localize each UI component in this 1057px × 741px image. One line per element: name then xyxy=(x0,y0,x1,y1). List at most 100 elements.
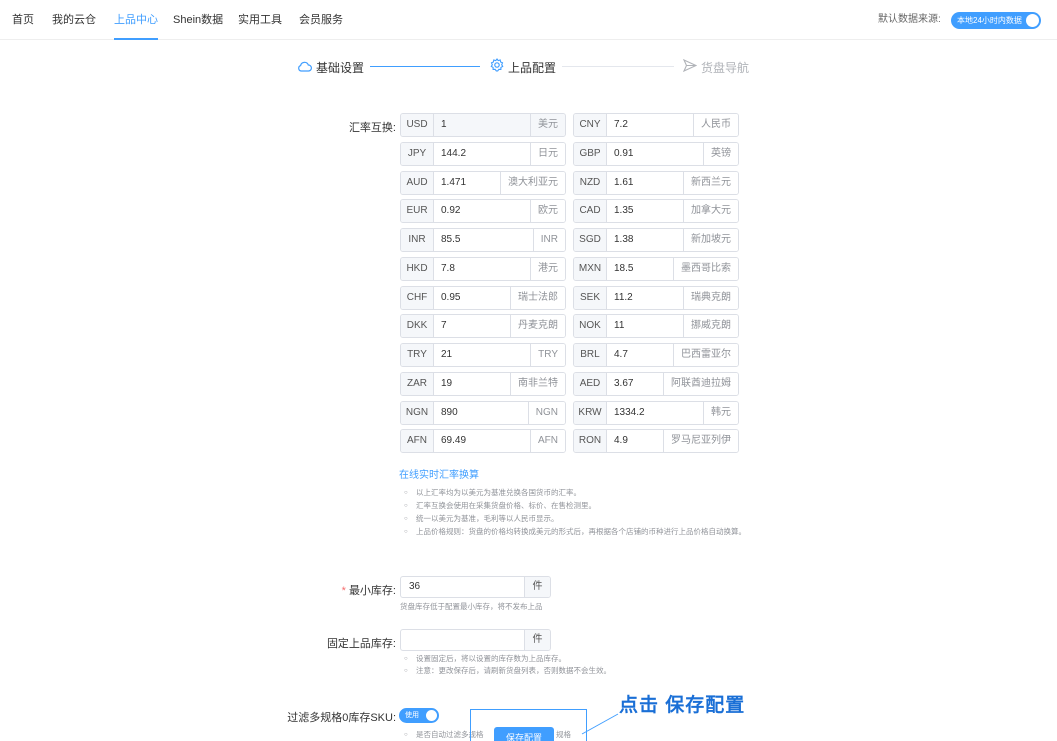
step-label: 货盘导航 xyxy=(701,60,750,75)
currency-code: GBP xyxy=(574,143,607,165)
rate-row[interactable]: AFN 69.49 AFN xyxy=(400,429,566,453)
rate-row[interactable]: TRY 21 TRY xyxy=(400,343,566,367)
rate-row[interactable]: SGD 1.38 新加坡元 xyxy=(573,228,739,252)
rate-input[interactable]: 11 xyxy=(614,315,624,337)
rate-row[interactable]: AED 3.67 阿联酋迪拉姆 xyxy=(573,372,739,396)
rate-input[interactable]: 144.2 xyxy=(441,143,466,165)
rate-input[interactable]: 18.5 xyxy=(614,258,633,280)
rate-row[interactable]: CNY 7.2 人民币 xyxy=(573,113,739,137)
step-shelf-navigation[interactable]: 货盘导航 xyxy=(682,58,750,77)
rate-input[interactable]: 1.35 xyxy=(614,200,633,222)
top-nav: 首页 我的云仓 上品中心 Shein数据 实用工具 会员服务 默认数据来源: 本… xyxy=(0,0,1057,40)
rate-input[interactable]: 7.2 xyxy=(614,114,628,136)
currency-unit: 墨西哥比索 xyxy=(673,258,738,280)
step-product-config[interactable]: 上品配置 xyxy=(490,58,556,76)
annotation-pointer-line xyxy=(581,713,619,735)
rate-input[interactable]: 0.95 xyxy=(441,287,460,309)
unit-suffix: 件 xyxy=(524,577,550,597)
nav-shein-data[interactable]: Shein数据 xyxy=(173,0,223,40)
min-stock-hint: 货盘库存低于配置最小库存，将不发布上品 xyxy=(400,602,543,611)
rate-input[interactable]: 1334.2 xyxy=(614,402,645,424)
rate-row[interactable]: MXN 18.5 墨西哥比索 xyxy=(573,257,739,281)
rate-input[interactable]: 1.61 xyxy=(614,172,633,194)
send-icon xyxy=(682,58,698,77)
step-connector-pending xyxy=(562,66,674,67)
nav-product-center[interactable]: 上品中心 xyxy=(114,0,158,40)
rate-input[interactable]: 7 xyxy=(441,315,447,337)
rate-row[interactable]: GBP 0.91 英镑 xyxy=(573,142,739,166)
currency-unit: 新西兰元 xyxy=(683,172,738,194)
step-label: 基础设置 xyxy=(316,60,365,75)
rate-input[interactable]: 0.92 xyxy=(441,200,460,222)
rate-row[interactable]: NZD 1.61 新西兰元 xyxy=(573,171,739,195)
currency-unit: 巴西雷亚尔 xyxy=(673,344,738,366)
rate-row[interactable]: JPY 144.2 日元 xyxy=(400,142,566,166)
currency-code: HKD xyxy=(401,258,434,280)
currency-code: NOK xyxy=(574,315,607,337)
rate-input[interactable]: 85.5 xyxy=(441,229,460,251)
rate-row[interactable]: DKK 7 丹麦克朗 xyxy=(400,314,566,338)
rate-row[interactable]: SEK 11.2 瑞典克朗 xyxy=(573,286,739,310)
nav-my-warehouse[interactable]: 我的云仓 xyxy=(52,0,96,40)
rate-input[interactable]: 7.8 xyxy=(441,258,455,280)
currency-code: BRL xyxy=(574,344,607,366)
min-stock-label: * 最小库存: xyxy=(320,582,396,598)
rate-input[interactable]: 21 xyxy=(441,344,452,366)
min-stock-value[interactable]: 36 xyxy=(409,577,420,597)
currency-code: CNY xyxy=(574,114,607,136)
rate-input[interactable]: 11.2 xyxy=(614,287,633,309)
rate-row[interactable]: BRL 4.7 巴西雷亚尔 xyxy=(573,343,739,367)
rate-row[interactable]: RON 4.9 罗马尼亚列伊 xyxy=(573,429,739,453)
rate-input[interactable]: 4.9 xyxy=(614,430,628,452)
currency-unit: 韩元 xyxy=(703,402,738,424)
currency-unit: 罗马尼亚列伊 xyxy=(663,430,738,452)
currency-unit: INR xyxy=(532,229,565,251)
required-marker: * xyxy=(341,585,346,597)
fixed-stock-input[interactable]: 件 xyxy=(400,629,551,651)
rate-row[interactable]: NOK 11 挪威克朗 xyxy=(573,314,739,338)
rate-row[interactable]: CAD 1.35 加拿大元 xyxy=(573,199,739,223)
rate-input[interactable]: 1.38 xyxy=(614,229,633,251)
filter-sku-switch[interactable]: 使用 xyxy=(399,708,439,723)
currency-code: TRY xyxy=(401,344,434,366)
nav-membership[interactable]: 会员服务 xyxy=(299,0,343,40)
rate-row[interactable]: ZAR 19 南非兰特 xyxy=(400,372,566,396)
step-basic-settings[interactable]: 基础设置 xyxy=(297,58,364,76)
rate-input[interactable]: 0.91 xyxy=(614,143,633,165)
currency-code: AED xyxy=(574,373,607,395)
rate-row[interactable]: KRW 1334.2 韩元 xyxy=(573,401,739,425)
rate-row[interactable]: EUR 0.92 欧元 xyxy=(400,199,566,223)
rate-input[interactable]: 19 xyxy=(441,373,452,395)
currency-unit: 欧元 xyxy=(530,200,565,222)
rate-notes: 以上汇率均为以美元为基准兑换各国货币的汇率。 汇率互换会使用在采集货盘价格、标价… xyxy=(404,487,754,539)
data-source-toggle[interactable]: 本地24小时内数据 xyxy=(951,12,1041,29)
rate-input[interactable]: 4.7 xyxy=(614,344,628,366)
currency-unit: 加拿大元 xyxy=(683,200,738,222)
rate-row[interactable]: HKD 7.8 港元 xyxy=(400,257,566,281)
min-stock-input[interactable]: 36 件 xyxy=(400,576,551,598)
currency-code: KRW xyxy=(574,402,607,424)
rate-row[interactable]: NGN 890 NGN xyxy=(400,401,566,425)
currency-code: USD xyxy=(401,114,434,136)
nav-home[interactable]: 首页 xyxy=(12,0,34,40)
currency-code: DKK xyxy=(401,315,434,337)
data-source-toggle-text: 本地24小时内数据 xyxy=(957,16,1022,25)
rate-input[interactable]: 890 xyxy=(441,402,458,424)
rate-input[interactable]: 69.49 xyxy=(441,430,466,452)
rate-input[interactable]: 1.471 xyxy=(441,172,466,194)
currency-code: ZAR xyxy=(401,373,434,395)
rate-row[interactable]: CHF 0.95 瑞士法郎 xyxy=(400,286,566,310)
currency-unit: 瑞典克朗 xyxy=(683,287,738,309)
annotation-highlight-box xyxy=(470,709,587,741)
currency-unit: 澳大利亚元 xyxy=(500,172,565,194)
toggle-knob xyxy=(1026,14,1039,27)
online-rate-link[interactable]: 在线实时汇率换算 xyxy=(399,466,479,481)
nav-tools[interactable]: 实用工具 xyxy=(238,0,282,40)
currency-code: JPY xyxy=(401,143,434,165)
data-source-label: 默认数据来源: xyxy=(878,14,941,25)
rate-row[interactable]: AUD 1.471 澳大利亚元 xyxy=(400,171,566,195)
rate-input[interactable]: 3.67 xyxy=(614,373,633,395)
step-label: 上品配置 xyxy=(508,60,557,75)
rate-row[interactable]: INR 85.5 INR xyxy=(400,228,566,252)
rate-input: 1 xyxy=(441,119,447,130)
